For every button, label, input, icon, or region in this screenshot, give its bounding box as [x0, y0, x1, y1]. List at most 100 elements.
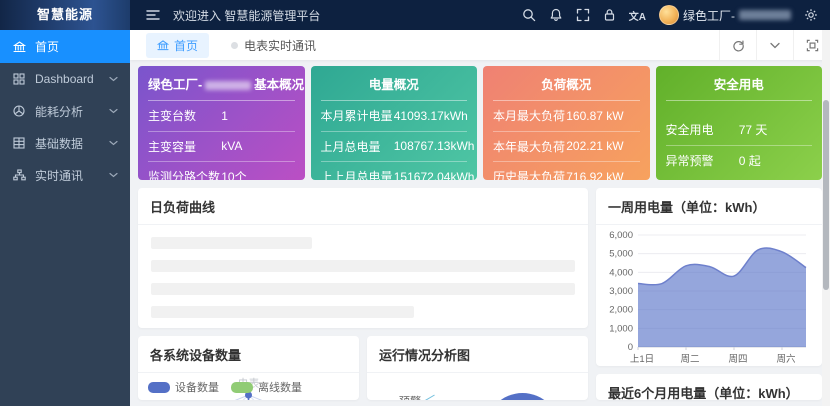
- skeleton-bar: [151, 306, 414, 318]
- sidebar-item-energy-analysis[interactable]: 能耗分析: [0, 95, 130, 127]
- sidebar-item-base-data[interactable]: 基础数据: [0, 127, 130, 159]
- metric-value: 10个: [221, 170, 247, 180]
- metric-row: 上月总电量 108767.13kWh: [320, 132, 474, 162]
- panel-daily-load-curve: 日负荷曲线: [138, 188, 588, 328]
- metric-value: 108767.13kWh: [393, 139, 475, 154]
- svg-text:周二: 周二: [680, 354, 699, 365]
- bell-icon[interactable]: [549, 8, 563, 22]
- sidebar-item-label: 能耗分析: [35, 104, 84, 119]
- metric-value: 1: [221, 108, 228, 123]
- svg-text:周四: 周四: [728, 354, 747, 365]
- sidebar-item-realtime-comm[interactable]: 实时通讯: [0, 159, 130, 191]
- svg-text:预警: 预警: [399, 394, 421, 400]
- app-logo: 智慧能源: [0, 0, 130, 30]
- metric-label: 历史最大负荷: [493, 170, 566, 180]
- metric-row: 历史最大负荷 716.92 kW: [493, 162, 640, 180]
- pie-chart: 预警: [399, 393, 545, 400]
- legend-label: 设备数量: [175, 382, 219, 394]
- tab-meter-realtime[interactable]: 电表实时通讯: [231, 37, 316, 54]
- tab-label: 电表实时通讯: [244, 38, 317, 53]
- lock-icon[interactable]: [603, 8, 616, 22]
- menu-collapse-icon[interactable]: [146, 9, 160, 21]
- card-title: 安全用电: [665, 66, 812, 101]
- chevron-down-icon: [109, 76, 118, 82]
- overview-card-load: 负荷概况 本月最大负荷 160.87 kW 本年最大负荷 202.21 kW 历…: [483, 66, 650, 180]
- metric-row: 上上月总电量 151672.04kWh: [320, 162, 475, 180]
- panel-title: 日负荷曲线: [138, 188, 588, 225]
- metric-row: 安全用电 77 天: [665, 115, 812, 146]
- loading-skeleton: [138, 225, 588, 328]
- metric-label: 本年最大负荷: [493, 139, 566, 154]
- overview-card-basic: 绿色工厂- 基本概况 主变台数 1 主变容量 kVA 监测分路个数 10个: [138, 66, 305, 180]
- legend-label: 离线数量: [258, 382, 302, 394]
- translate-icon[interactable]: 文A: [629, 8, 646, 23]
- metric-label: 主变容量: [148, 139, 197, 154]
- bank-icon: [12, 40, 26, 53]
- sidebar-item-home[interactable]: 首页: [0, 30, 130, 63]
- user-menu[interactable]: 绿色工厂-: [659, 5, 791, 25]
- metric-row: 本年最大负荷 202.21 kW: [493, 132, 640, 162]
- sidebar: 首页 Dashboard 能耗分析 基础数据 实时通讯: [0, 30, 130, 406]
- chevron-down-icon: [109, 172, 118, 178]
- legend-item-offline[interactable]: 离线数量: [231, 379, 302, 395]
- skeleton-bar: [151, 260, 575, 272]
- svg-text:5,000: 5,000: [609, 249, 633, 260]
- card-title-redacted: [205, 81, 252, 91]
- weekly-area-chart: 0 1,000 2,000 3,000 4,000 5,000 6,000 上1日 周二 周四 周六: [609, 230, 807, 365]
- panel-weekly-energy: 一周用电量（单位：kWh） 0 1,000 2,000 3,000 4,000 5,000…: [596, 188, 822, 366]
- legend-item-devices[interactable]: 设备数量: [148, 379, 219, 395]
- user-avatar[interactable]: [659, 5, 679, 25]
- metric-label: 本月累计电量: [320, 109, 393, 124]
- scrollbar-thumb[interactable]: [823, 100, 829, 290]
- metric-value: 0 起: [738, 153, 761, 168]
- panel-run-analysis: 运行情况分析图 预警: [367, 336, 588, 400]
- overview-card-safety: 安全用电 安全用电 77 天 异常预警 0 起: [655, 66, 822, 180]
- skeleton-bar: [151, 283, 575, 295]
- metric-label: 上上月总电量: [320, 170, 393, 180]
- user-name-redacted: [739, 10, 791, 20]
- panel-title: 各系统设备数量: [138, 336, 359, 373]
- panel-six-month-energy: 最近6个月用电量（单位：kWh）: [596, 374, 822, 400]
- welcome-text: 欢迎进入 智慧能源管理平台: [173, 8, 321, 23]
- smart-energy-dashboard: 智慧能源 欢迎进入 智慧能源管理平台 文A 绿色工厂- 首页 Dashboard…: [0, 0, 830, 406]
- search-icon[interactable]: [522, 8, 536, 22]
- svg-text:4,000: 4,000: [609, 267, 633, 278]
- metric-value: 77 天: [738, 123, 768, 138]
- bank-icon: [157, 39, 169, 51]
- metric-label: 异常预警: [665, 153, 714, 168]
- chevron-down-icon[interactable]: [756, 30, 793, 60]
- tab-home[interactable]: 首页: [146, 32, 210, 58]
- panel-title: 运行情况分析图: [367, 336, 588, 373]
- stat-cards-row: 绿色工厂- 基本概况 主变台数 1 主变容量 kVA 监测分路个数 10个 电量…: [138, 66, 822, 180]
- table-icon: [12, 137, 26, 149]
- metric-row: 本月累计电量 41093.17kWh: [320, 101, 468, 132]
- svg-text:上1日: 上1日: [630, 354, 654, 365]
- metric-value: 160.87 kW: [566, 108, 624, 123]
- top-header: 智慧能源 欢迎进入 智慧能源管理平台 文A 绿色工厂-: [0, 0, 830, 30]
- metric-label: 本月最大负荷: [493, 109, 566, 124]
- sitemap-icon: [12, 169, 26, 181]
- legend-swatch: [148, 381, 170, 393]
- tab-dot-icon: [231, 41, 239, 49]
- settings-gear-icon[interactable]: [804, 8, 818, 22]
- svg-text:1,000: 1,000: [609, 323, 633, 334]
- metric-row: 监测分路个数 10个: [148, 162, 295, 180]
- chevron-down-icon: [109, 108, 118, 114]
- scrollbar-track[interactable]: [822, 30, 830, 406]
- svg-text:2,000: 2,000: [609, 305, 633, 316]
- metric-value: 151672.04kWh: [393, 169, 475, 180]
- metric-row: 主变台数 1: [148, 101, 295, 132]
- panel-device-count: 各系统设备数量 电表 水表 用电安全: [138, 336, 359, 400]
- card-title: 电量概况: [320, 66, 467, 101]
- skeleton-bar: [151, 237, 313, 249]
- sidebar-item-label: 首页: [35, 40, 60, 54]
- refresh-icon[interactable]: [719, 30, 756, 60]
- metric-label: 上月总电量: [320, 139, 381, 154]
- metric-row: 主变容量 kVA: [148, 132, 295, 162]
- fullscreen-icon[interactable]: [576, 8, 590, 22]
- svg-text:3,000: 3,000: [609, 286, 633, 297]
- svg-text:周六: 周六: [776, 353, 796, 365]
- sidebar-item-dashboard[interactable]: Dashboard: [0, 63, 130, 95]
- user-name: 绿色工厂-: [683, 8, 735, 23]
- metric-value: 41093.17kWh: [393, 108, 468, 123]
